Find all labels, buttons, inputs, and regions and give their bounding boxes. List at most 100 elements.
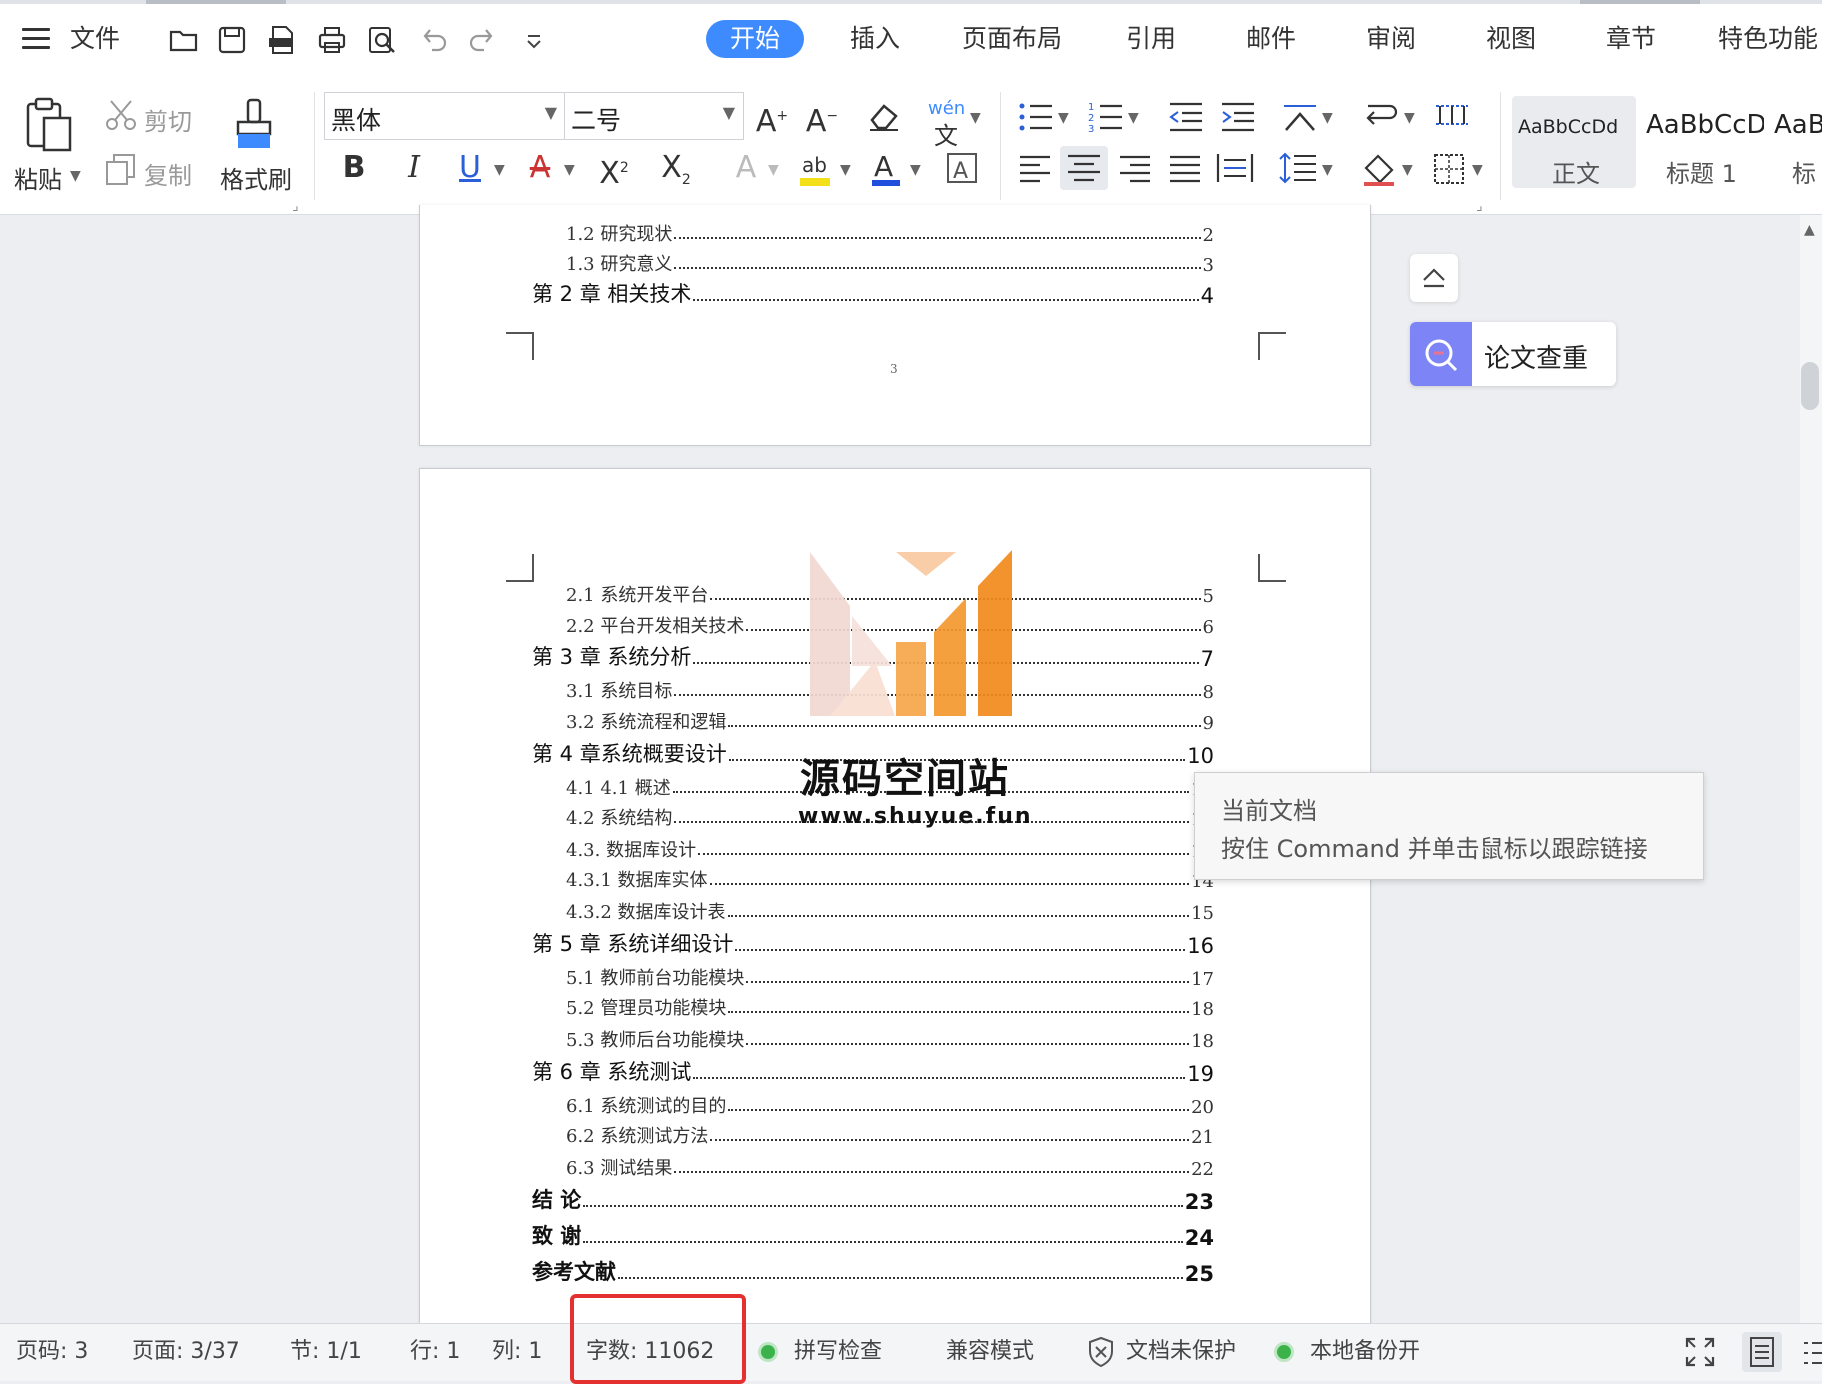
toc-entry[interactable]: 结 论 23 (532, 1184, 1214, 1214)
shading-bucket-icon[interactable] (1360, 150, 1400, 188)
customize-toolbar-icon[interactable] (518, 24, 550, 56)
paragraph-group-launcher[interactable]: ⌟ (1476, 198, 1483, 214)
toc-entry[interactable]: 6.2 系统测试方法 21 (566, 1118, 1214, 1148)
file-menu[interactable]: 文件 (70, 24, 120, 54)
status-page-code[interactable]: 页码: 3 (16, 1338, 88, 1366)
line-break-icon[interactable] (1362, 98, 1402, 134)
tab-insert[interactable]: 插入 (850, 24, 900, 54)
align-left-icon[interactable] (1018, 152, 1052, 184)
tab-references[interactable]: 引用 (1126, 24, 1176, 54)
shading-dropdown-caret[interactable]: ▼ (1402, 162, 1413, 178)
line-break-dropdown-caret[interactable]: ▼ (1404, 110, 1415, 126)
local-backup-button[interactable]: 本地备份开 (1310, 1338, 1420, 1366)
fullscreen-icon[interactable] (1684, 1336, 1716, 1368)
toc-entry[interactable]: 第 6 章 系统测试 19 (532, 1056, 1214, 1086)
character-border-icon[interactable]: A (944, 150, 980, 186)
page-view-button[interactable] (1742, 1332, 1782, 1372)
text-direction-dropdown-caret[interactable]: ▼ (1322, 110, 1333, 126)
subscript-icon[interactable]: X2 (656, 148, 696, 188)
collapse-panel-button[interactable] (1410, 254, 1458, 302)
tab-review[interactable]: 审阅 (1366, 24, 1416, 54)
toc-entry[interactable]: 6.1 系统测试的目的 20 (566, 1088, 1214, 1118)
tab-view[interactable]: 视图 (1486, 24, 1536, 54)
borders-dropdown-caret[interactable]: ▼ (1472, 162, 1483, 178)
numbered-list-dropdown-caret[interactable]: ▼ (1128, 110, 1139, 126)
borders-icon[interactable] (1432, 152, 1466, 186)
bullet-list-dropdown-caret[interactable]: ▼ (1058, 110, 1069, 126)
toc-entry[interactable]: 5.3 教师后台功能模块 18 (566, 1022, 1214, 1052)
font-name-select[interactable]: 黑体 ▼ (324, 92, 566, 140)
toc-entry[interactable]: 致 谢 24 (532, 1220, 1214, 1250)
compat-mode-label[interactable]: 兼容模式 (946, 1338, 1034, 1366)
tab-chapter[interactable]: 章节 (1606, 24, 1656, 54)
plagiarism-check-button[interactable]: 论文查重 (1410, 322, 1616, 386)
print-icon[interactable] (316, 24, 348, 56)
justify-icon[interactable] (1168, 152, 1202, 184)
tab-home[interactable]: 开始 (706, 20, 804, 58)
toc-entry[interactable]: 6.3 测试结果 22 (566, 1150, 1214, 1180)
bullet-list-icon[interactable] (1018, 100, 1054, 134)
highlight-icon[interactable]: ab (798, 150, 834, 190)
document-unprotected-label[interactable]: 文档未保护 (1126, 1338, 1236, 1366)
paste-button[interactable]: 粘贴 (14, 160, 62, 195)
highlight-dropdown-caret[interactable]: ▼ (840, 162, 851, 178)
open-folder-icon[interactable] (168, 24, 200, 56)
align-center-button[interactable] (1060, 146, 1108, 190)
grow-font-icon[interactable]: A+ (752, 96, 792, 139)
paste-dropdown-caret[interactable]: ▼ (70, 168, 81, 184)
align-right-icon[interactable] (1118, 152, 1152, 184)
font-color-dropdown-caret[interactable]: ▼ (910, 162, 921, 178)
strikethrough-dropdown-caret[interactable]: ▼ (564, 162, 575, 178)
shrink-font-icon[interactable]: A− (802, 96, 842, 139)
scissors-icon[interactable] (104, 98, 138, 132)
decrease-indent-icon[interactable] (1168, 100, 1204, 134)
toc-entry[interactable]: 1.2 研究现状 2 (566, 216, 1214, 246)
toc-entry[interactable]: 5.1 教师前台功能模块 17 (566, 960, 1214, 990)
toc-entry[interactable]: 4.3.2 数据库设计表 15 (566, 894, 1214, 924)
toc-entry[interactable]: 5.2 管理员功能模块 18 (566, 990, 1214, 1020)
format-painter-button[interactable]: 格式刷 (220, 160, 292, 195)
text-effect-icon[interactable]: A (726, 148, 766, 188)
scroll-up-icon[interactable]: ▲ (1804, 222, 1815, 238)
font-size-select[interactable]: 二号 ▼ (564, 92, 744, 140)
clear-format-eraser-icon[interactable] (866, 100, 902, 132)
text-effect-dropdown-caret[interactable]: ▼ (768, 162, 779, 178)
bold-icon[interactable]: B (334, 148, 374, 188)
outline-view-icon[interactable] (1802, 1338, 1822, 1368)
style-heading-2[interactable]: AaBb 标 (1768, 96, 1822, 188)
underline-dropdown-caret[interactable]: ▼ (494, 162, 505, 178)
tab-mailings[interactable]: 邮件 (1246, 24, 1296, 54)
export-pdf-icon[interactable] (266, 24, 298, 56)
table-insert-icon[interactable] (1434, 100, 1470, 130)
italic-icon[interactable]: I (394, 148, 434, 188)
scrollbar-thumb[interactable] (1801, 362, 1819, 410)
format-painter-icon[interactable] (232, 96, 276, 154)
style-normal[interactable]: AaBbCcDd 正文 (1512, 96, 1636, 188)
strikethrough-icon[interactable]: A (520, 148, 560, 188)
increase-indent-icon[interactable] (1220, 100, 1256, 134)
redo-icon[interactable] (466, 24, 498, 56)
toc-entry[interactable]: 参考文献 25 (532, 1256, 1214, 1286)
clipboard-group-launcher[interactable]: ⌟ (292, 198, 299, 214)
save-icon[interactable] (216, 24, 248, 56)
undo-icon[interactable] (418, 24, 450, 56)
copy-icon[interactable] (104, 152, 138, 186)
status-pages[interactable]: 页面: 3/37 (132, 1338, 240, 1366)
print-preview-icon[interactable] (366, 24, 398, 56)
tab-page-layout[interactable]: 页面布局 (962, 24, 1062, 54)
style-heading-1[interactable]: AaBbCcDd 标题 1 (1640, 96, 1764, 188)
spell-check-button[interactable]: 拼写检查 (794, 1338, 882, 1366)
font-color-icon[interactable]: A (868, 148, 904, 190)
cut-button[interactable]: 剪切 (144, 102, 192, 137)
distribute-icon[interactable] (1216, 152, 1254, 184)
line-spacing-dropdown-caret[interactable]: ▼ (1322, 162, 1333, 178)
line-spacing-icon[interactable] (1278, 150, 1318, 186)
toc-entry[interactable]: 1.3 研究意义 3 (566, 246, 1214, 276)
phonetic-dropdown-caret[interactable]: ▼ (970, 110, 981, 126)
copy-button[interactable]: 复制 (144, 156, 192, 191)
numbered-list-icon[interactable]: 123 (1088, 100, 1124, 135)
toc-entry[interactable]: 4.3. 数据库设计13 (566, 832, 1214, 862)
underline-icon[interactable]: U (450, 148, 490, 188)
text-direction-icon[interactable] (1280, 98, 1320, 134)
hamburger-menu-icon[interactable] (22, 28, 50, 50)
